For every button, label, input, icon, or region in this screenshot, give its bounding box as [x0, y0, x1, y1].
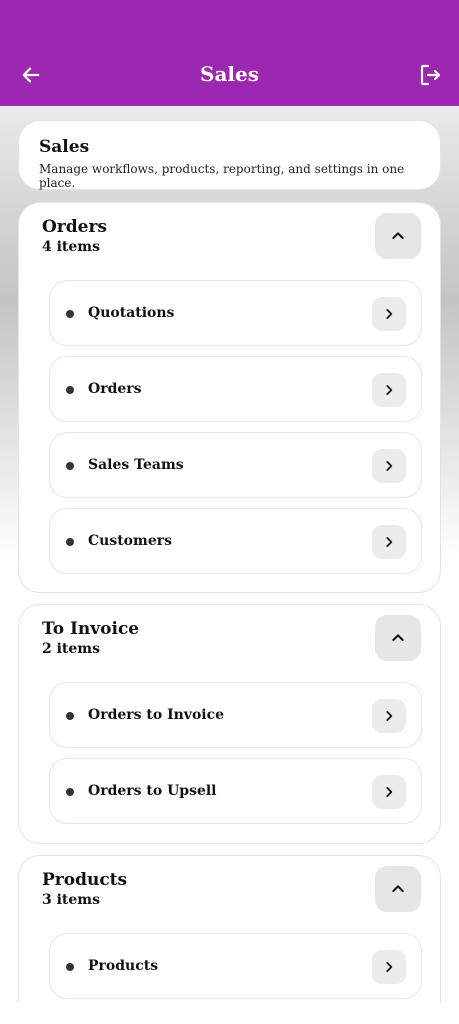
section-title: Products — [42, 870, 128, 890]
bullet-dot — [66, 310, 74, 318]
section-orders: Orders 4 items Quotations Orders Sales T… — [18, 202, 441, 593]
chevron-right-button[interactable] — [372, 950, 406, 984]
bullet-dot — [66, 538, 74, 546]
list-item-orders-to-invoice[interactable]: Orders to Invoice — [49, 682, 422, 748]
header-title: Sales — [39, 137, 90, 157]
chevron-right-icon — [386, 962, 393, 972]
chevron-up-icon — [392, 232, 404, 239]
list-item-label: Orders to Upsell — [88, 783, 217, 799]
chevron-right-button[interactable] — [372, 699, 406, 733]
logout-button[interactable] — [415, 60, 445, 90]
section-title: Orders — [42, 217, 107, 237]
app-bar-title: Sales — [200, 62, 259, 86]
chevron-up-icon — [392, 885, 404, 892]
bottom-safe-area — [0, 1002, 459, 1024]
bullet-dot — [66, 788, 74, 796]
bullet-dot — [66, 462, 74, 470]
collapse-button[interactable] — [375, 615, 421, 661]
content-scroll[interactable]: Sales Manage workflows, products, report… — [0, 106, 459, 1002]
collapse-button[interactable] — [375, 213, 421, 259]
header-description: Manage workflows, products, reporting, a… — [39, 162, 405, 190]
chevron-right-icon — [386, 537, 393, 547]
list-item-label: Customers — [88, 533, 172, 549]
chevron-up-icon — [392, 634, 404, 641]
chevron-right-icon — [386, 385, 393, 395]
section-count: 2 items — [42, 641, 101, 657]
chevron-right-button[interactable] — [372, 373, 406, 407]
chevron-right-button[interactable] — [372, 297, 406, 331]
bullet-dot — [66, 712, 74, 720]
list-item-label: Orders — [88, 381, 142, 397]
chevron-right-button[interactable] — [372, 525, 406, 559]
chevron-right-icon — [386, 309, 393, 319]
section-count: 3 items — [42, 892, 101, 908]
list-item-sales-teams[interactable]: Sales Teams — [49, 432, 422, 498]
list-item-customers[interactable]: Customers — [49, 508, 422, 574]
list-item-label: Sales Teams — [88, 457, 184, 473]
chevron-right-button[interactable] — [372, 775, 406, 809]
logout-icon — [420, 64, 441, 86]
list-item-label: Products — [88, 958, 159, 974]
bullet-dot — [66, 386, 74, 394]
list-item-label: Quotations — [88, 305, 175, 321]
chevron-right-icon — [386, 461, 393, 471]
list-item-quotations[interactable]: Quotations — [49, 280, 422, 346]
list-item-label: Orders to Invoice — [88, 707, 225, 723]
list-item-orders-to-upsell[interactable]: Orders to Upsell — [49, 758, 422, 824]
list-item-orders[interactable]: Orders — [49, 356, 422, 422]
section-products: Products 3 items Products — [18, 855, 441, 1002]
chevron-right-icon — [386, 787, 393, 797]
bullet-dot — [66, 963, 74, 971]
app-bar: Sales — [0, 0, 459, 106]
section-title: To Invoice — [42, 619, 140, 639]
chevron-right-button[interactable] — [372, 449, 406, 483]
section-to-invoice: To Invoice 2 items Orders to Invoice Ord… — [18, 604, 441, 844]
list-item-products[interactable]: Products — [49, 933, 422, 999]
collapse-button[interactable] — [375, 866, 421, 912]
section-count: 4 items — [42, 239, 101, 255]
header-card: Sales Manage workflows, products, report… — [18, 120, 441, 190]
chevron-right-icon — [386, 711, 393, 721]
